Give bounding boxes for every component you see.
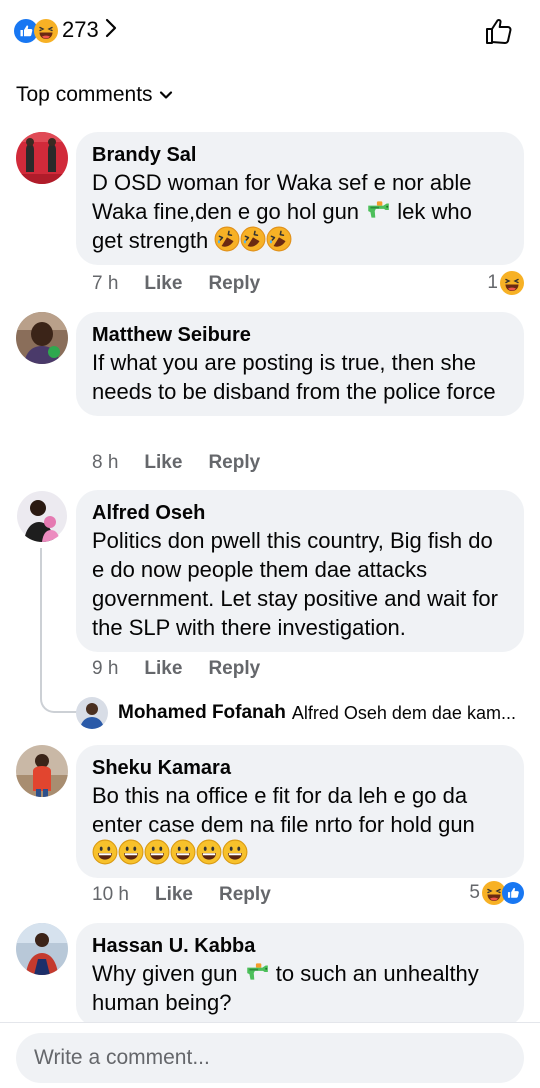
comment-actions: 9 h Like Reply [92, 658, 260, 680]
reactions-header: 273 [0, 0, 540, 62]
grinning-emoji [170, 839, 196, 865]
avatar[interactable] [16, 745, 68, 797]
reaction-summary[interactable] [14, 19, 58, 41]
grinning-emoji [196, 839, 222, 865]
comment-composer-bar [0, 1022, 540, 1088]
comment-text: D OSD woman for Waka sef e nor able Waka… [92, 170, 472, 253]
rofl-emoji [214, 226, 240, 252]
avatar[interactable] [16, 490, 68, 542]
avatar[interactable] [76, 697, 108, 729]
comment-author[interactable]: Matthew Seibure [92, 322, 508, 348]
reaction-count[interactable]: 273 [62, 17, 99, 43]
reply-button[interactable]: Reply [208, 452, 260, 474]
rofl-emoji [266, 226, 292, 252]
rofl-emoji [240, 226, 266, 252]
chevron-down-icon [159, 91, 172, 99]
comment-author[interactable]: Alfred Oseh [92, 500, 508, 526]
comment-text: If what you are posting is true, then sh… [92, 350, 496, 404]
comment-reactions[interactable]: 5 [469, 881, 524, 905]
comment-author[interactable]: Sheku Kamara [92, 755, 508, 781]
comment-bubble[interactable]: Hassan U. Kabba Why given gun to such an… [76, 923, 524, 1027]
comment-time[interactable]: 8 h [92, 452, 118, 474]
like-button[interactable]: Like [155, 884, 193, 906]
comment-bubble[interactable]: Sheku Kamara Bo this na office e fit for… [76, 745, 524, 878]
comment-text: Why given gun to such an unhealthy human… [92, 959, 479, 1015]
water-pistol-emoji [244, 959, 270, 985]
grinning-emoji [92, 839, 118, 865]
avatar[interactable] [16, 132, 68, 184]
reply-text: Alfred Oseh dem dae kam... [291, 702, 516, 723]
like-button[interactable]: Like [144, 658, 182, 680]
comment-reactions[interactable]: 1 [487, 271, 524, 295]
comment-author[interactable]: Brandy Sal [92, 142, 508, 168]
grinning-emoji [222, 839, 248, 865]
like-button[interactable]: Like [144, 452, 182, 474]
comment-time[interactable]: 10 h [92, 884, 129, 906]
reaction-count: 5 [469, 882, 480, 903]
reply-button[interactable]: Reply [208, 658, 260, 680]
comment-input[interactable] [34, 1046, 506, 1070]
reply-author[interactable]: Mohamed Fofanah [118, 702, 286, 724]
comment-author[interactable]: Hassan U. Kabba [92, 933, 508, 959]
like-button[interactable]: Like [144, 273, 182, 295]
comment-time[interactable]: 7 h [92, 273, 118, 295]
like-icon [502, 882, 524, 904]
grinning-emoji [118, 839, 144, 865]
grinning-emoji [144, 839, 170, 865]
comment-bubble[interactable]: Brandy Sal D OSD woman for Waka sef e no… [76, 132, 524, 265]
reply-preview[interactable]: Mohamed Fofanah Alfred Oseh dem dae kam.… [76, 697, 516, 729]
reply-button[interactable]: Reply [208, 273, 260, 295]
comment-bubble[interactable]: Matthew Seibure If what you are posting … [76, 312, 524, 416]
chevron-right-icon[interactable] [104, 16, 118, 47]
avatar[interactable] [16, 312, 68, 364]
reaction-count: 1 [487, 272, 498, 293]
comment-text: Politics don pwell this country, Big fis… [92, 528, 498, 640]
comment-actions: 10 h Like Reply [92, 884, 271, 906]
comment-composer[interactable] [16, 1033, 524, 1083]
haha-icon [500, 271, 524, 295]
haha-icon [34, 19, 58, 43]
reply-button[interactable]: Reply [219, 884, 271, 906]
comment-bubble[interactable]: Alfred Oseh Politics don pwell this coun… [76, 490, 524, 652]
sort-dropdown[interactable]: Top comments [16, 83, 173, 107]
comment-actions: 8 h Like Reply [92, 452, 260, 474]
thumbs-up-outline-icon[interactable] [484, 16, 516, 46]
avatar[interactable] [16, 923, 68, 975]
comment-time[interactable]: 9 h [92, 658, 118, 680]
comment-actions: 7 h Like Reply [92, 273, 260, 295]
comment-text: Bo this na office e fit for da leh e go … [92, 781, 508, 868]
sort-label: Top comments [16, 83, 153, 106]
water-pistol-emoji [365, 197, 391, 223]
